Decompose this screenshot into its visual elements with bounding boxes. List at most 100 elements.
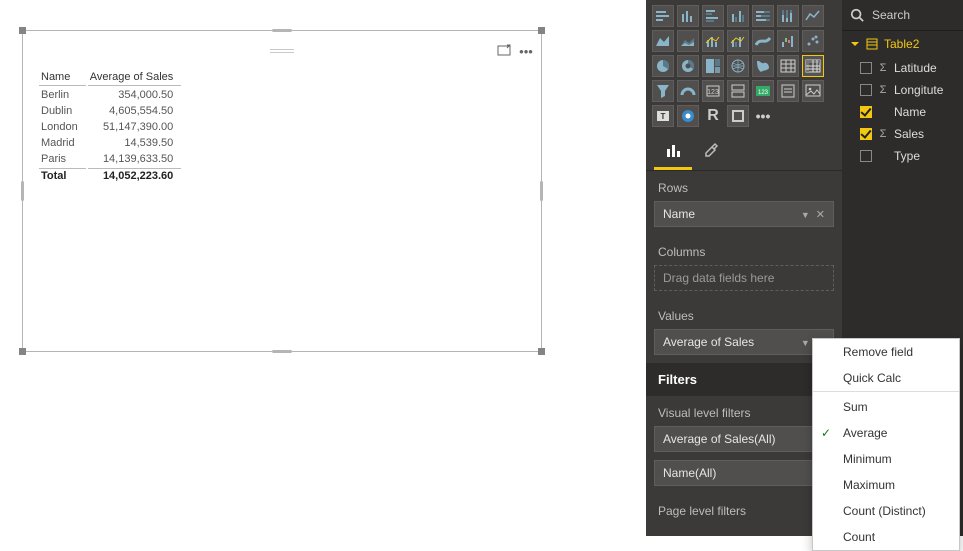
visual-frame[interactable]: ••• Name Average of Sales Berlin354,000.… bbox=[22, 30, 542, 352]
viz-area-icon[interactable] bbox=[652, 30, 674, 52]
viz-matrix-icon[interactable] bbox=[802, 55, 824, 77]
viz-textbox-icon[interactable]: T bbox=[652, 105, 674, 127]
search-icon bbox=[850, 8, 864, 22]
menu-item-sum[interactable]: Sum bbox=[813, 394, 959, 420]
checkbox-checked[interactable] bbox=[860, 128, 872, 140]
viz-card-icon[interactable]: 123 bbox=[702, 80, 724, 102]
col-header-value[interactable]: Average of Sales bbox=[88, 69, 182, 86]
menu-item-remove-field[interactable]: Remove field bbox=[813, 339, 959, 365]
checkbox[interactable] bbox=[860, 62, 872, 74]
viz-gauge-icon[interactable] bbox=[677, 80, 699, 102]
chevron-down-icon[interactable]: ▼ bbox=[801, 338, 810, 348]
svg-text:123: 123 bbox=[707, 89, 719, 96]
table-row: Berlin354,000.50 bbox=[39, 88, 181, 102]
fields-table-header[interactable]: Table2 bbox=[842, 31, 963, 57]
viz-ribbon-icon[interactable] bbox=[752, 30, 774, 52]
viz-multi-row-card-icon[interactable] bbox=[727, 80, 749, 102]
search-placeholder: Search bbox=[872, 8, 910, 22]
viz-scatter-icon[interactable] bbox=[802, 30, 824, 52]
visualization-gallery: 123 123 T R ••• bbox=[646, 0, 842, 130]
field-item-longitute[interactable]: ΣLongitute bbox=[842, 79, 963, 101]
resize-handle-bl[interactable] bbox=[19, 348, 26, 355]
more-options-icon[interactable]: ••• bbox=[519, 44, 533, 58]
resize-handle-bottom[interactable] bbox=[272, 350, 292, 353]
menu-item-count-distinct[interactable]: Count (Distinct) bbox=[813, 498, 959, 524]
viz-arcgis-icon[interactable] bbox=[677, 105, 699, 127]
table-row: Dublin4,605,554.50 bbox=[39, 104, 181, 118]
viz-donut-icon[interactable] bbox=[677, 55, 699, 77]
viz-kpi-icon[interactable]: 123 bbox=[752, 80, 774, 102]
viz-r-script-icon[interactable]: R bbox=[702, 105, 724, 127]
columns-drop-zone[interactable]: Drag data fields here bbox=[654, 265, 834, 291]
svg-text:123: 123 bbox=[758, 90, 769, 96]
svg-text:T: T bbox=[661, 112, 666, 121]
rows-field-label: Name bbox=[663, 207, 695, 221]
tab-fields[interactable] bbox=[654, 134, 692, 170]
resize-handle-left[interactable] bbox=[21, 181, 24, 201]
tab-format[interactable] bbox=[692, 134, 730, 170]
viz-treemap-icon[interactable] bbox=[702, 55, 724, 77]
checkbox-checked[interactable] bbox=[860, 106, 872, 118]
viz-stacked-bar-icon[interactable] bbox=[652, 5, 674, 27]
menu-item-average[interactable]: ✓Average bbox=[813, 420, 959, 446]
menu-item-minimum[interactable]: Minimum bbox=[813, 446, 959, 472]
menu-item-count[interactable]: Count bbox=[813, 524, 959, 550]
field-item-sales[interactable]: ΣSales bbox=[842, 123, 963, 145]
col-header-name[interactable]: Name bbox=[39, 69, 86, 86]
checkbox[interactable] bbox=[860, 150, 872, 162]
expand-icon bbox=[850, 39, 860, 49]
remove-field-icon[interactable]: ✕ bbox=[816, 209, 825, 221]
visual-filter-item[interactable]: Average of Sales(All) bbox=[654, 426, 834, 452]
viz-clustered-column-icon[interactable] bbox=[727, 5, 749, 27]
viz-pie-icon[interactable] bbox=[652, 55, 674, 77]
resize-handle-tr[interactable] bbox=[538, 27, 545, 34]
viz-100-stacked-bar-icon[interactable] bbox=[752, 5, 774, 27]
table-visual: Name Average of Sales Berlin354,000.50 D… bbox=[37, 67, 183, 185]
drag-grip-icon[interactable] bbox=[270, 49, 294, 53]
viz-stacked-area-icon[interactable] bbox=[677, 30, 699, 52]
viz-clustered-bar-icon[interactable] bbox=[702, 5, 724, 27]
focus-mode-icon[interactable] bbox=[497, 44, 511, 58]
values-field-well[interactable]: Average of Sales ▼✕ bbox=[654, 329, 834, 355]
section-values-label: Values bbox=[646, 299, 842, 329]
table-name-label: Table2 bbox=[884, 37, 919, 51]
rows-field-well[interactable]: Name ▼ ✕ bbox=[654, 201, 834, 227]
field-item-name[interactable]: Name bbox=[842, 101, 963, 123]
table-icon bbox=[866, 38, 878, 50]
menu-item-quick-calc[interactable]: Quick Calc bbox=[813, 365, 959, 392]
viz-table-icon[interactable] bbox=[777, 55, 799, 77]
values-field-label: Average of Sales bbox=[663, 335, 754, 349]
viz-image-icon[interactable] bbox=[802, 80, 824, 102]
chevron-down-icon[interactable]: ▼ bbox=[801, 210, 810, 220]
field-item-type[interactable]: Type bbox=[842, 145, 963, 167]
checkbox[interactable] bbox=[860, 84, 872, 96]
resize-handle-br[interactable] bbox=[538, 348, 545, 355]
viz-funnel-icon[interactable] bbox=[652, 80, 674, 102]
viz-slicer-icon[interactable] bbox=[777, 80, 799, 102]
table-row: Paris14,139,633.50 bbox=[39, 152, 181, 166]
check-icon: ✓ bbox=[821, 426, 831, 440]
sigma-icon: Σ bbox=[878, 62, 888, 74]
viz-map-icon[interactable] bbox=[727, 55, 749, 77]
section-rows-label: Rows bbox=[646, 171, 842, 201]
resize-handle-right[interactable] bbox=[540, 181, 543, 201]
viz-100-stacked-column-icon[interactable] bbox=[777, 5, 799, 27]
viz-filled-map-icon[interactable] bbox=[752, 55, 774, 77]
resize-handle-top[interactable] bbox=[272, 29, 292, 32]
viz-stacked-column-icon[interactable] bbox=[677, 5, 699, 27]
viz-line-stacked-column-icon[interactable] bbox=[702, 30, 724, 52]
viz-more-icon[interactable]: ••• bbox=[752, 105, 774, 127]
report-canvas[interactable]: ••• Name Average of Sales Berlin354,000.… bbox=[0, 0, 646, 536]
aggregation-context-menu: Remove field Quick Calc Sum ✓Average Min… bbox=[812, 338, 960, 551]
viz-line-clustered-column-icon[interactable] bbox=[727, 30, 749, 52]
visual-filter-item[interactable]: Name(All) bbox=[654, 460, 834, 486]
viz-line-icon[interactable] bbox=[802, 5, 824, 27]
menu-item-maximum[interactable]: Maximum bbox=[813, 472, 959, 498]
viz-shape-icon[interactable] bbox=[727, 105, 749, 127]
section-columns-label: Columns bbox=[646, 235, 842, 265]
fields-search[interactable]: Search bbox=[842, 0, 963, 31]
table-row: Madrid14,539.50 bbox=[39, 136, 181, 150]
field-item-latitude[interactable]: ΣLatitude bbox=[842, 57, 963, 79]
viz-waterfall-icon[interactable] bbox=[777, 30, 799, 52]
resize-handle-tl[interactable] bbox=[19, 27, 26, 34]
